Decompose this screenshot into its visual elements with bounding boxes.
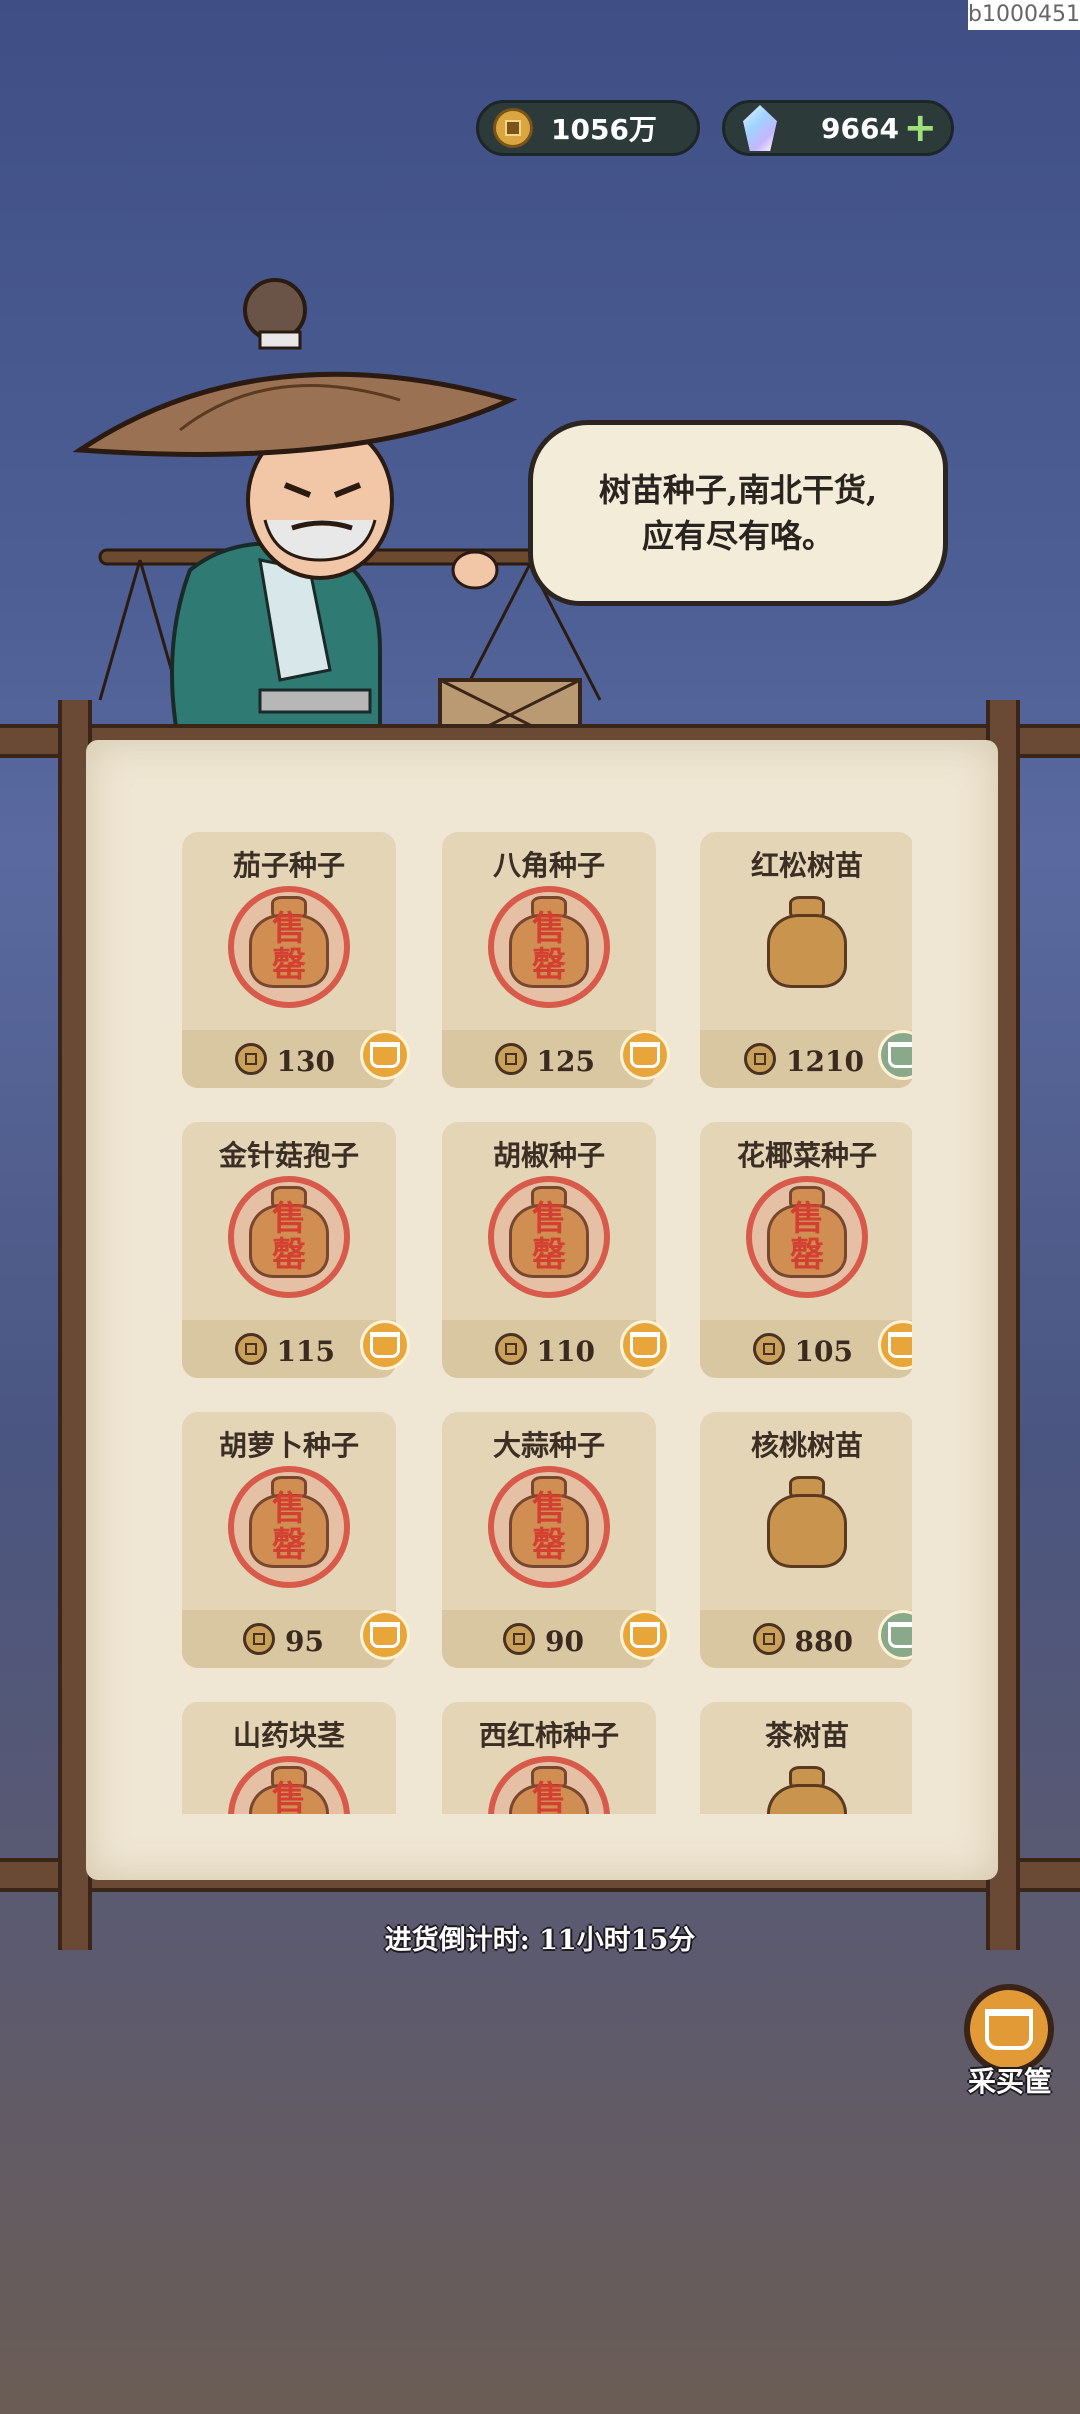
item-price: 125: [536, 1045, 595, 1078]
item-name: 核桃树苗: [750, 1429, 863, 1462]
copper-coin-icon: [752, 1623, 785, 1655]
item-name: 大蒜种子: [492, 1429, 605, 1462]
item-name: 山药块茎: [232, 1719, 345, 1752]
shop-item-card[interactable]: 茄子种子售罄 130: [182, 832, 410, 1088]
sold-out-stamp-text: 售罄: [532, 1199, 566, 1275]
sold-out-stamp-text: 售罄: [272, 1199, 306, 1275]
sold-out-stamp: 售罄: [488, 1176, 610, 1298]
sold-out-stamp: 售罄: [228, 1466, 350, 1588]
add-to-basket-button[interactable]: [360, 1030, 410, 1080]
copper-coin-icon: [744, 1043, 776, 1075]
add-to-basket-button[interactable]: [878, 1320, 912, 1370]
copper-coin-icon: [234, 1333, 267, 1365]
add-gems-button[interactable]: +: [903, 105, 937, 151]
shop-item-card[interactable]: 茶树苗: [700, 1702, 912, 1814]
item-price: 90: [545, 1625, 584, 1658]
item-name: 茶树苗: [764, 1719, 849, 1752]
sack-body: [767, 914, 847, 988]
price-bar: 95: [182, 1610, 410, 1668]
shop-item-card[interactable]: 西红柿种子售罄: [442, 1702, 656, 1814]
speech-line-1: 树苗种子,南北干货,: [598, 471, 878, 509]
item-name: 红松树苗: [750, 849, 863, 882]
gem-amount: 9664: [821, 111, 899, 145]
copper-coin-icon: [493, 108, 533, 148]
copper-coin-icon: [234, 1043, 267, 1075]
copper-coin-icon: [752, 1333, 785, 1365]
copper-coin-icon: [243, 1623, 275, 1655]
shop-item-card[interactable]: 大蒜种子售罄 90: [442, 1412, 670, 1668]
screenshot-id-label: b1000451: [968, 0, 1080, 30]
shop-item-grid[interactable]: 茄子种子 售罄 130 八角种子 售罄 125 红松树苗 1210 金针菇孢子 售罄 115 胡椒种子…: [182, 832, 912, 1814]
sold-out-stamp-text: 售罄: [532, 1779, 566, 1814]
add-to-basket-button[interactable]: [620, 1030, 670, 1080]
shop-item-card[interactable]: 红松树苗 1210: [700, 832, 912, 1088]
item-name: 八角种子: [492, 849, 605, 882]
item-price: 115: [276, 1335, 335, 1368]
item-name: 胡萝卜种子: [218, 1429, 359, 1462]
seed-sack-icon: [757, 892, 857, 992]
sold-out-stamp: 售罄: [228, 886, 350, 1008]
sold-out-stamp: 售罄: [228, 1176, 350, 1298]
item-name: 花椰菜种子: [736, 1139, 877, 1172]
add-to-basket-button[interactable]: [360, 1610, 410, 1660]
price-bar: 130: [182, 1030, 410, 1088]
coin-balance: 1056万: [476, 100, 700, 156]
speech-line-2: 应有尽有咯。: [641, 517, 834, 555]
price-bar: 90: [442, 1610, 670, 1668]
sold-out-stamp-text: 售罄: [790, 1199, 824, 1275]
seed-sack-icon: [757, 1762, 857, 1814]
price-bar: 1210: [700, 1030, 912, 1088]
item-name: 胡椒种子: [492, 1139, 605, 1172]
price-bar: 110: [442, 1320, 670, 1378]
item-price: 105: [794, 1335, 853, 1368]
sold-out-stamp-text: 售罄: [532, 909, 566, 985]
shop-item-card[interactable]: 花椰菜种子售罄 105: [700, 1122, 912, 1378]
sold-out-stamp-text: 售罄: [272, 1489, 306, 1565]
sold-out-stamp-text: 售罄: [272, 1779, 306, 1814]
gem-icon: [743, 105, 777, 151]
add-to-basket-button[interactable]: [878, 1030, 912, 1080]
price-bar: 125: [442, 1030, 670, 1088]
sack-body: [767, 1494, 847, 1568]
item-name: 西红柿种子: [478, 1719, 619, 1752]
sold-out-stamp: 售罄: [746, 1176, 868, 1298]
item-price: 130: [276, 1045, 335, 1078]
item-price: 880: [794, 1625, 853, 1658]
add-to-basket-button[interactable]: [878, 1610, 912, 1660]
restock-countdown: 进货倒计时: 11小时15分: [384, 1925, 696, 1956]
shop-item-card[interactable]: 胡椒种子售罄 110: [442, 1122, 670, 1378]
item-price: 95: [285, 1625, 324, 1658]
sold-out-stamp: 售罄: [488, 1466, 610, 1588]
purchase-basket-label: 采买筐: [967, 2065, 1052, 2098]
price-bar: 115: [182, 1320, 410, 1378]
add-to-basket-button[interactable]: [620, 1610, 670, 1660]
shop-item-card[interactable]: 胡萝卜种子售罄 95: [182, 1412, 410, 1668]
copper-coin-icon: [494, 1333, 527, 1365]
merchant-speech-bubble: 树苗种子,南北干货, 应有尽有咯。: [528, 420, 948, 606]
item-price: 110: [536, 1335, 595, 1368]
copper-coin-icon: [494, 1043, 527, 1075]
shop-item-card[interactable]: 山药块茎售罄: [182, 1702, 396, 1814]
add-to-basket-button[interactable]: [360, 1320, 410, 1370]
coin-amount: 1056万: [551, 113, 657, 146]
shop-item-card[interactable]: 核桃树苗 880: [700, 1412, 912, 1668]
seed-sack-icon: [757, 1472, 857, 1572]
item-name: 金针菇孢子: [218, 1139, 359, 1172]
item-name: 茄子种子: [232, 849, 345, 882]
copper-coin-icon: [503, 1623, 535, 1655]
price-bar: 880: [700, 1610, 912, 1668]
sold-out-stamp-text: 售罄: [272, 909, 306, 985]
shop-item-card[interactable]: 八角种子售罄 125: [442, 832, 670, 1088]
shop-item-card[interactable]: 金针菇孢子售罄 115: [182, 1122, 410, 1378]
add-to-basket-button[interactable]: [620, 1320, 670, 1370]
sold-out-stamp: 售罄: [488, 886, 610, 1008]
item-price: 1210: [786, 1045, 864, 1078]
gem-balance: 9664 +: [722, 100, 954, 156]
price-bar: 105: [700, 1320, 912, 1378]
sold-out-stamp-text: 售罄: [532, 1489, 566, 1565]
sack-body: [767, 1784, 847, 1814]
